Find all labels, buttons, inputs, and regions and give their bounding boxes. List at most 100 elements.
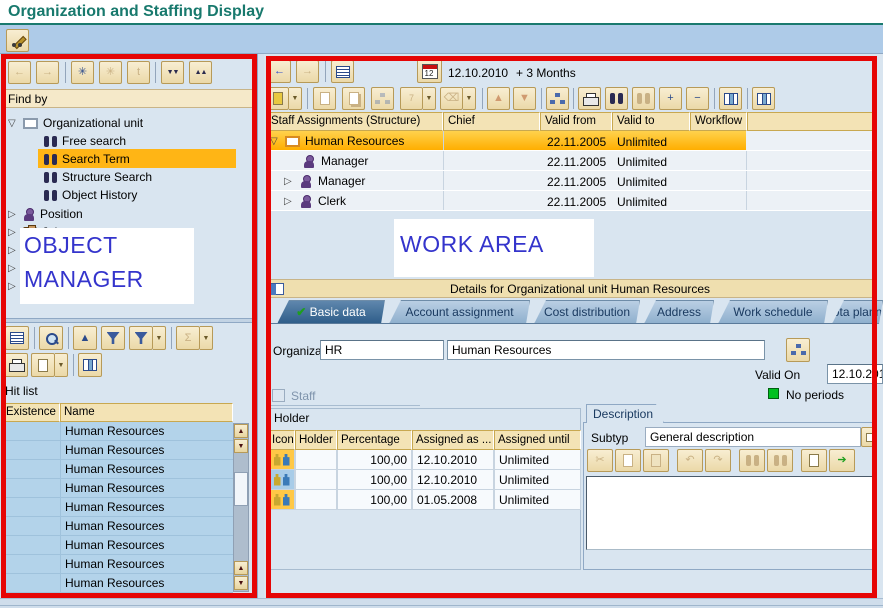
expander-closed-icon[interactable]: ▷ [8,227,18,238]
holder-header-icon[interactable]: Icon [268,430,295,450]
holder-assigned-as-cell[interactable]: 12.10.2010 [412,470,494,490]
assign-search-button[interactable]: t [127,61,150,84]
scroll-up-icon[interactable]: ▲ [234,561,248,575]
holder-assigned-until-cell[interactable]: Unlimited [494,490,581,510]
delete-menu-arrow[interactable]: ▼ [463,87,476,110]
date-picker-button[interactable] [417,59,442,83]
description-tab[interactable]: Description [586,404,664,423]
sum-button[interactable]: Σ [176,326,200,350]
sort-descending-button[interactable] [101,326,125,350]
delete-button[interactable]: ⌫ [440,87,463,110]
copy-button[interactable] [342,87,365,110]
holder-percentage-cell[interactable]: 100,00 [337,470,412,490]
find-next-button[interactable] [632,87,655,110]
hitlist-row[interactable]: Human Resources [2,555,233,574]
column-tree-button[interactable] [719,87,742,110]
holder-cell[interactable] [295,470,337,490]
hitlist-row[interactable]: Human Resources [2,574,233,593]
holder-cell[interactable] [295,450,337,470]
sa-row-clerk[interactable]: ▷ Clerk [284,191,346,211]
holder-assigned-until-cell[interactable]: Unlimited [494,470,581,490]
hitlist-header-existence[interactable]: Existence [2,403,60,422]
find-button[interactable] [605,87,628,110]
tree-item-hidden[interactable]: ▷ [8,241,18,259]
change-period-button[interactable]: 7 [400,87,423,110]
holder-icon-cell[interactable] [268,470,295,490]
tree-item-free-search[interactable]: Free search [44,132,126,150]
tree-item-search-term[interactable]: Search Term [44,150,130,168]
tree-item-structure-search[interactable]: Structure Search [44,168,152,186]
expander-closed-icon[interactable]: ▷ [8,281,18,292]
sa-header-valid-to[interactable]: Valid to [612,112,690,131]
holder-assigned-as-cell[interactable]: 12.10.2010 [412,450,494,470]
staff-checkbox[interactable] [272,389,285,402]
column-config-button[interactable] [752,87,775,110]
period-display-button[interactable] [786,338,810,362]
delimit-button[interactable] [371,87,394,110]
holder-header-percentage[interactable]: Percentage [337,430,412,450]
scroll-up-icon[interactable]: ▲ [234,424,248,438]
org-structure-button[interactable] [546,87,569,110]
hitlist-row[interactable]: Human Resources [2,460,233,479]
description-textarea[interactable] [586,476,875,550]
copy-text-button[interactable] [615,449,641,472]
tree-item-object-history[interactable]: Object History [44,186,137,204]
org-unit-code-field[interactable]: HR [320,340,444,360]
tree-item-position[interactable]: ▷ Position [8,205,83,223]
holder-icon-cell[interactable] [268,490,295,510]
goto-menu-arrow[interactable]: ▼ [289,87,302,110]
undo-button[interactable]: ↶ [677,449,703,472]
forward-button[interactable]: → [36,61,59,84]
collapse-all-button[interactable]: ▲▲ [189,61,212,84]
tree-item-hidden[interactable]: ▷ [8,277,18,295]
hitlist-row[interactable]: Human Resources [2,517,233,536]
zoom-in-button[interactable]: + [659,87,682,110]
expander-open-icon[interactable]: ▽ [270,136,280,147]
sa-header-structure[interactable]: Staff Assignments (Structure) [266,112,443,131]
sort-ascending-button[interactable]: ▲ [73,326,97,350]
redo-button[interactable]: ↷ [705,449,731,472]
scroll-down-icon[interactable]: ▼ [234,439,248,453]
search-variant-button[interactable]: ✳ [99,61,122,84]
panel-splitter[interactable] [2,318,257,323]
scrollbar-thumb[interactable] [234,472,248,506]
print-button[interactable] [578,87,601,110]
export-button[interactable]: ➔ [829,449,855,472]
back-button[interactable]: ← [268,60,291,83]
holder-header-holder[interactable]: Holder [295,430,337,450]
expander-closed-icon[interactable]: ▷ [284,176,294,187]
filter-button[interactable] [129,326,153,350]
zoom-out-button[interactable]: − [686,87,709,110]
org-unit-name-field[interactable]: Human Resources [447,340,765,360]
sa-header-valid-from[interactable]: Valid from [540,112,612,131]
expander-closed-icon[interactable]: ▷ [8,245,18,256]
overview-list-button[interactable] [331,60,354,83]
views-menu-arrow[interactable]: ▼ [55,353,68,377]
create-search-button[interactable]: ✳ [71,61,94,84]
holder-cell[interactable] [295,490,337,510]
period-menu-arrow[interactable]: ▼ [423,87,436,110]
back-button[interactable]: ← [8,61,31,84]
hitlist-header-name[interactable]: Name [60,403,233,422]
expander-closed-icon[interactable]: ▷ [284,196,294,207]
expander-closed-icon[interactable]: ▷ [8,209,18,220]
forward-button[interactable]: → [296,60,319,83]
tab-account-assignment[interactable]: Account assignment [389,300,530,324]
valid-on-field[interactable]: 12.10.2010 [827,364,883,384]
sa-header-workflow[interactable]: Workflow [690,112,747,131]
display-change-button[interactable] [6,29,29,52]
load-file-button[interactable] [801,449,827,472]
subtyp-dropdown-button[interactable] [861,427,877,447]
holder-header-assigned-as[interactable]: Assigned as ... [412,430,494,450]
print-button[interactable] [4,353,28,377]
holder-icon-cell[interactable] [268,450,295,470]
sa-row-manager[interactable]: ▷ Manager [284,171,365,191]
tab-cost-distribution[interactable]: Cost distribution [534,300,640,324]
tree-item-organizational-unit[interactable]: ▽ Organizational unit [8,114,143,132]
tree-item-hidden[interactable]: ▷ [8,259,18,277]
list-display-button[interactable] [5,326,29,350]
holder-header-assigned-until[interactable]: Assigned until [494,430,581,450]
hitlist-row[interactable]: Human Resources [2,441,233,460]
expander-closed-icon[interactable]: ▷ [8,263,18,274]
create-button[interactable] [313,87,336,110]
